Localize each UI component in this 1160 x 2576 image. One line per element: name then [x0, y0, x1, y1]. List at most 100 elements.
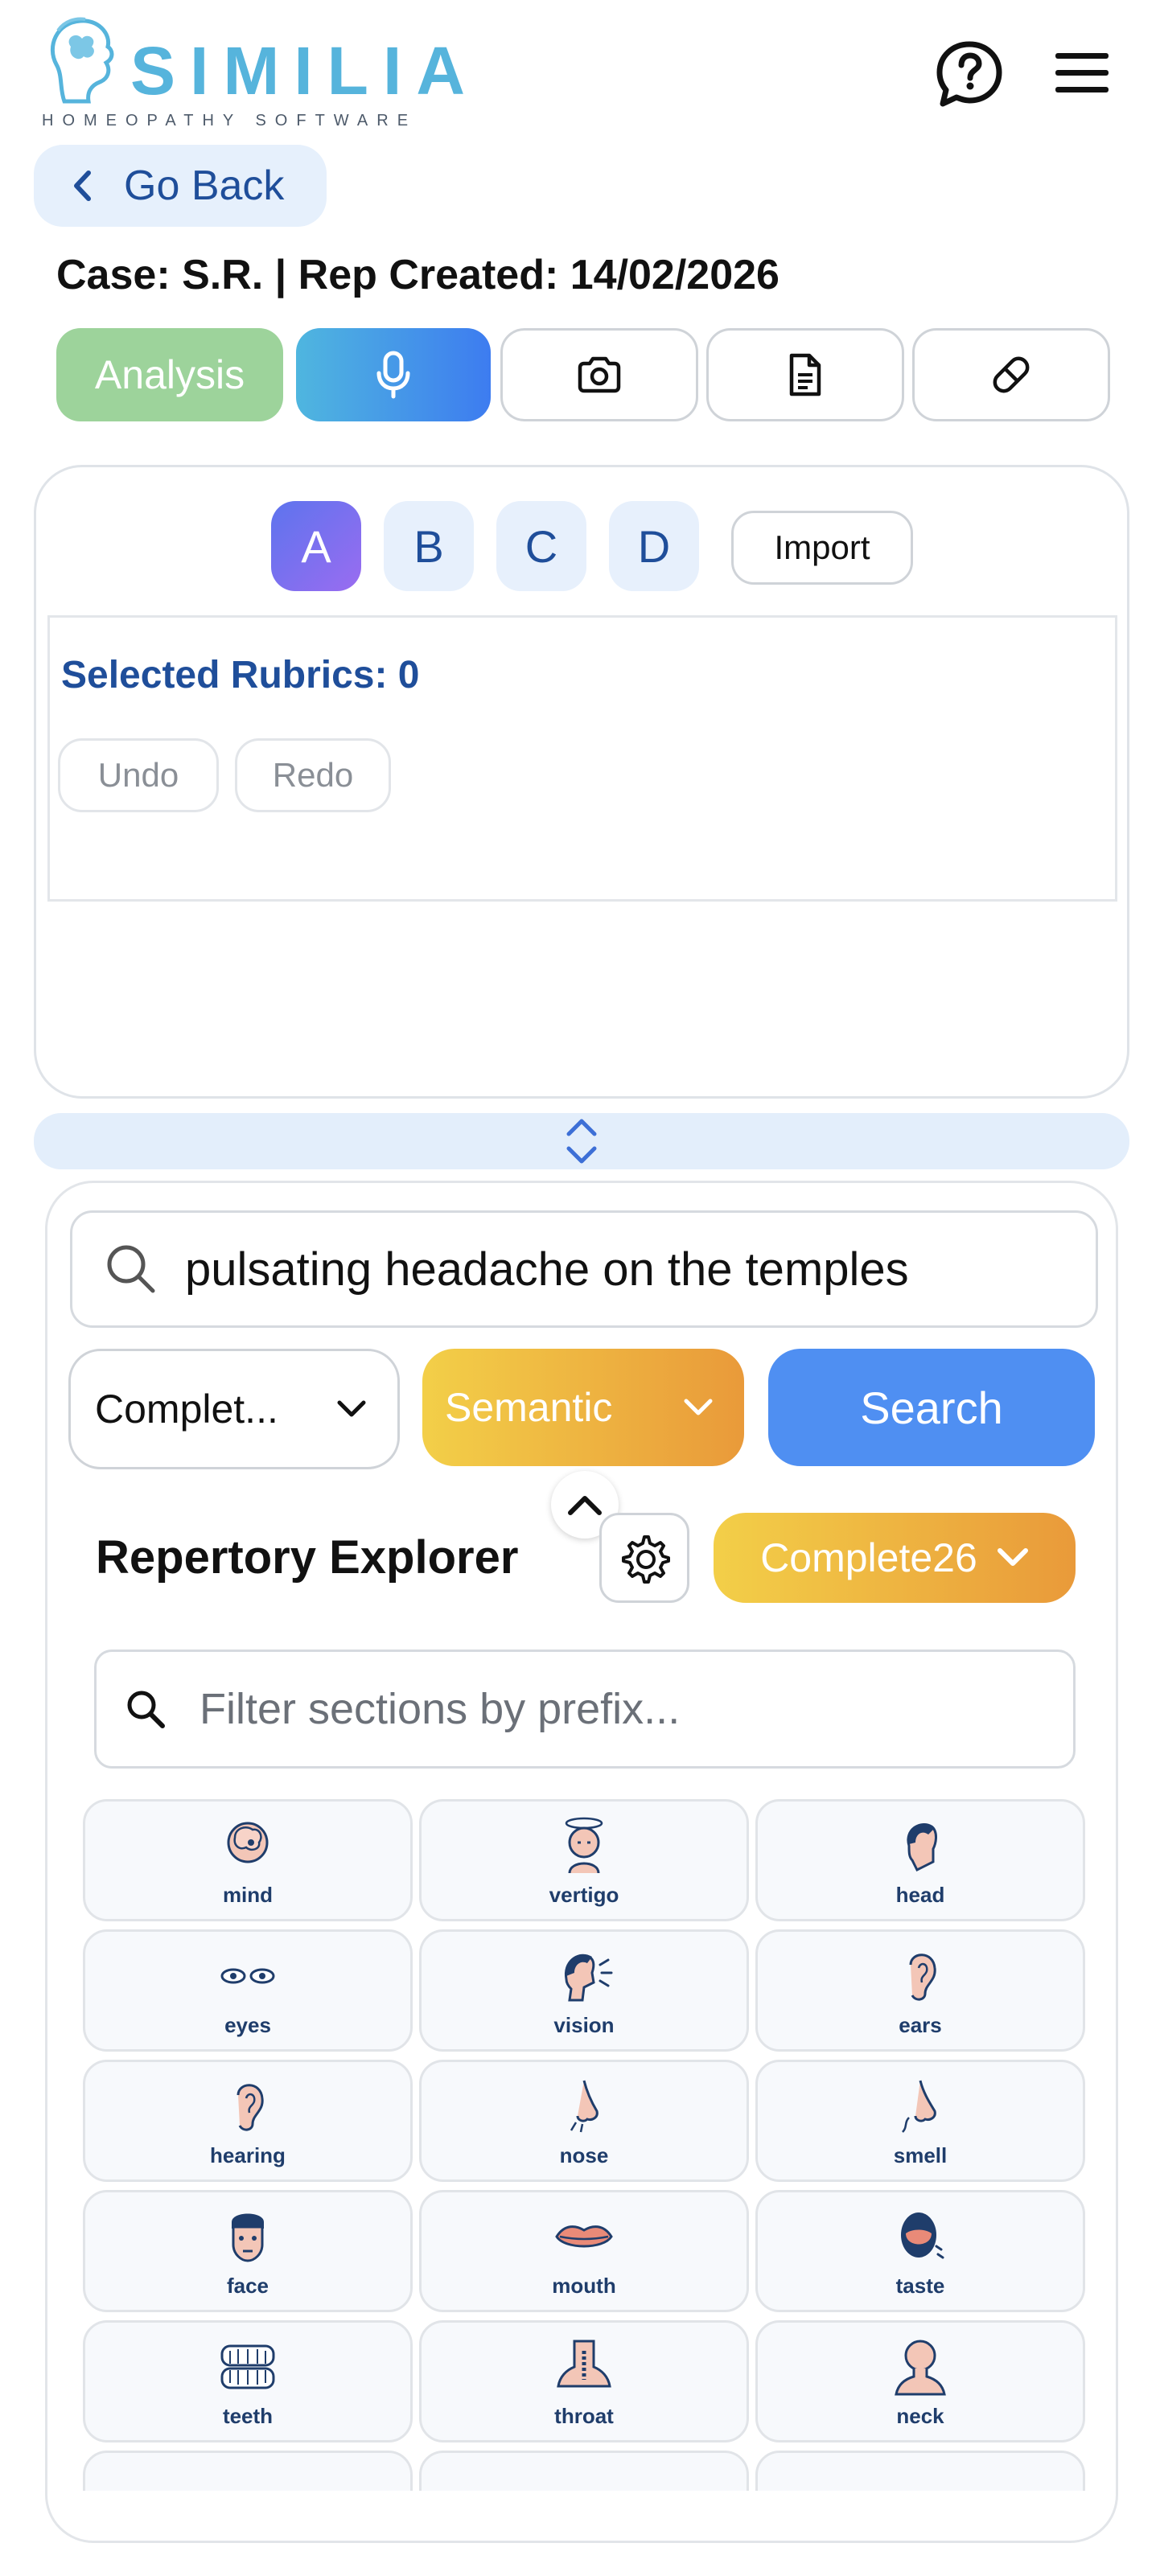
section-tile-label: hearing — [210, 2143, 286, 2167]
section-tile[interactable] — [755, 2451, 1085, 2491]
menu-button[interactable] — [1046, 40, 1118, 105]
section-tile-mouth[interactable]: mouth — [419, 2190, 749, 2312]
section-tile-label: vision — [553, 2013, 615, 2037]
section-tile-label: vertigo — [549, 1883, 619, 1907]
nose-icon — [570, 2080, 599, 2133]
search-mode-value: Semantic — [445, 1385, 613, 1430]
logo: SIMILIA HOMEOPATHY SOFTWARE — [40, 14, 465, 135]
search-mode-select[interactable]: Semantic — [422, 1349, 744, 1466]
repertory-select[interactable]: Complet... — [68, 1349, 400, 1469]
analysis-button[interactable]: Analysis — [56, 328, 283, 421]
section-tile-label: neck — [896, 2404, 944, 2428]
selected-rubrics-box: Selected Rubrics: 0 Undo Redo — [47, 615, 1117, 902]
section-tile-label: mind — [222, 1883, 274, 1907]
section-tile-label: nose — [559, 2143, 609, 2167]
search-panel: pulsating headache on the temples Comple… — [45, 1181, 1118, 2543]
chest-icon — [552, 2490, 616, 2491]
ear-icon — [909, 1954, 936, 2001]
import-button[interactable]: Import — [731, 511, 913, 585]
head-brain-icon — [227, 1822, 269, 1863]
go-back-label: Go Back — [124, 162, 285, 209]
chevron-down-icon — [684, 1399, 713, 1415]
chevron-down-icon — [997, 1548, 1028, 1566]
teeth-icon — [220, 2344, 275, 2389]
section-tile-vision[interactable]: vision — [419, 1929, 749, 2052]
case-info: Case: S.R. | Rep Created: 14/02/2026 — [56, 252, 780, 298]
section-tile-teeth[interactable]: teeth — [83, 2320, 413, 2442]
explorer-settings-button[interactable] — [599, 1513, 689, 1603]
chevron-left-icon — [74, 171, 91, 201]
rubrics-panel: A B C D Import Selected Rubrics: 0 Undo … — [34, 465, 1129, 1099]
hearing-ear-icon — [237, 2084, 264, 2131]
section-tile-throat[interactable]: throat — [419, 2320, 749, 2442]
section-tile-label: mouth — [552, 2274, 616, 2298]
section-tile-taste[interactable]: taste — [755, 2190, 1085, 2312]
gear-icon — [622, 1535, 670, 1584]
section-tile-mind[interactable]: mind — [83, 1799, 413, 1921]
tongue-icon — [901, 2212, 944, 2259]
section-tile-label: face — [226, 2274, 269, 2298]
vision-head-icon — [564, 1954, 613, 2002]
section-tile-ears[interactable]: ears — [755, 1929, 1085, 2052]
section-filter-input[interactable]: Filter sections by prefix... — [94, 1650, 1076, 1769]
stomach-icon — [216, 2490, 280, 2491]
search-input[interactable]: pulsating headache on the temples — [70, 1210, 1098, 1328]
tab-a[interactable]: A — [271, 501, 361, 591]
help-chat-icon — [936, 41, 1002, 107]
section-tile-nose[interactable]: nose — [419, 2060, 749, 2182]
section-tile-head[interactable]: head — [755, 1799, 1085, 1921]
dizzy-head-icon — [565, 1817, 603, 1874]
section-tile-vertigo[interactable]: vertigo — [419, 1799, 749, 1921]
face-icon — [232, 2213, 264, 2262]
document-icon — [789, 353, 821, 396]
neck-icon — [895, 2340, 946, 2396]
section-tile-eyes[interactable]: eyes — [83, 1929, 413, 2052]
brand-name: SIMILIA — [130, 33, 479, 109]
search-icon — [127, 1691, 165, 1728]
section-tile-face[interactable]: face — [83, 2190, 413, 2312]
pill-capsule-icon — [993, 356, 1030, 393]
eyes-icon — [220, 1968, 275, 1984]
tab-b[interactable]: B — [384, 501, 474, 591]
tab-c[interactable]: C — [496, 501, 586, 591]
voice-input-button[interactable] — [296, 328, 491, 421]
help-chat-button[interactable] — [925, 35, 1014, 113]
undo-button[interactable]: Undo — [58, 738, 219, 812]
lips-icon — [555, 2225, 613, 2248]
search-button[interactable]: Search — [768, 1349, 1095, 1466]
head-profile-icon — [907, 1823, 937, 1872]
section-tile-label: eyes — [224, 2013, 271, 2037]
remedy-button[interactable] — [912, 328, 1110, 421]
expand-vertical-icon — [566, 1119, 597, 1164]
smell-nose-icon — [902, 2080, 936, 2133]
repertory-dropdown-button[interactable]: Complete26 — [714, 1513, 1076, 1603]
microphone-icon — [376, 351, 410, 399]
section-tile-label: head — [895, 1883, 945, 1907]
camera-button[interactable] — [500, 328, 698, 421]
search-query: pulsating headache on the temples — [185, 1243, 909, 1296]
repertory-select-value: Complet... — [95, 1387, 278, 1432]
logo-mark-icon — [51, 17, 114, 104]
section-grid: mind vertigo head eyes vision ears hearing nose… — [83, 1799, 1085, 2491]
section-tile-label: taste — [895, 2274, 945, 2298]
section-tile-label: smell — [893, 2143, 948, 2167]
panel-resize-handle[interactable] — [34, 1113, 1129, 1169]
section-tile[interactable] — [83, 2451, 413, 2491]
section-tile-smell[interactable]: smell — [755, 2060, 1085, 2182]
section-tile[interactable] — [419, 2451, 749, 2491]
tab-d[interactable]: D — [609, 501, 699, 591]
intestine-icon — [888, 2490, 952, 2491]
go-back-button[interactable]: Go Back — [34, 145, 327, 227]
repertory-dropdown-value: Complete26 — [760, 1535, 977, 1580]
section-tile-label: ears — [899, 2013, 942, 2037]
chevron-down-icon — [337, 1400, 366, 1417]
section-filter-placeholder: Filter sections by prefix... — [200, 1685, 681, 1733]
redo-button[interactable]: Redo — [235, 738, 391, 812]
search-icon — [107, 1245, 155, 1293]
section-tile-hearing[interactable]: hearing — [83, 2060, 413, 2182]
section-tile-neck[interactable]: neck — [755, 2320, 1085, 2442]
throat-icon — [557, 2340, 611, 2388]
brand-tagline: HOMEOPATHY SOFTWARE — [42, 112, 418, 129]
section-tile-label: teeth — [222, 2404, 274, 2428]
document-button[interactable] — [706, 328, 904, 421]
